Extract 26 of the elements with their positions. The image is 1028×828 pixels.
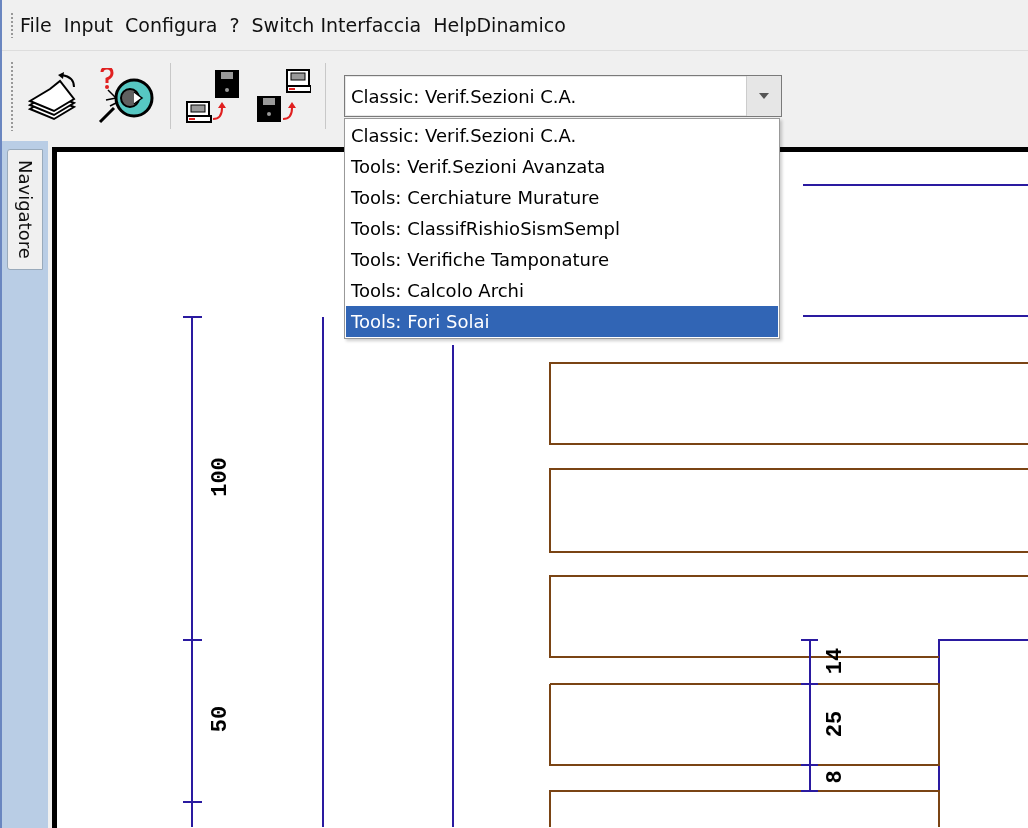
disk-to-computer-icon[interactable] bbox=[255, 68, 311, 124]
dropdown-option[interactable]: Tools: Cerchiature Murature bbox=[346, 182, 778, 213]
menu-item[interactable]: Input bbox=[57, 14, 119, 36]
dimension-label: 14 bbox=[822, 647, 848, 675]
dropdown-option[interactable]: Classic: Verif.Sezioni C.A. bbox=[346, 120, 778, 151]
dropdown-option[interactable]: Tools: Verif.Sezioni Avanzata bbox=[346, 151, 778, 182]
dimension-label: 100 bbox=[207, 457, 233, 497]
caret-icon bbox=[759, 93, 769, 99]
menu-item[interactable]: ? bbox=[223, 14, 246, 36]
grip-handle[interactable] bbox=[10, 12, 14, 38]
menu-item[interactable]: File bbox=[14, 14, 58, 36]
dropdown-option[interactable]: Tools: Verifiche Tamponature bbox=[346, 244, 778, 275]
mode-dropdown[interactable]: Classic: Verif.Sezioni C.A. bbox=[344, 75, 782, 117]
menu-item[interactable]: Configura bbox=[119, 14, 224, 36]
menu-item[interactable]: HelpDinamico bbox=[427, 14, 572, 36]
dimension-label: 25 bbox=[822, 710, 848, 738]
computer-to-disk-icon[interactable] bbox=[185, 68, 241, 124]
dropdown-option[interactable]: Tools: Calcolo Archi bbox=[346, 275, 778, 306]
grip-handle[interactable] bbox=[10, 61, 14, 131]
menu-item[interactable]: Switch Interfaccia bbox=[245, 14, 428, 36]
dropdown-arrow-button[interactable] bbox=[746, 76, 781, 116]
dropdown-option[interactable]: Tools: Fori Solai bbox=[346, 306, 778, 337]
dimension-label: 50 bbox=[207, 705, 233, 733]
dropdown-option[interactable]: Tools: ClassifRishioSismSempl bbox=[346, 213, 778, 244]
navigator-tab[interactable]: Navigatore bbox=[7, 149, 43, 270]
dimension-label: 8 bbox=[822, 770, 848, 784]
